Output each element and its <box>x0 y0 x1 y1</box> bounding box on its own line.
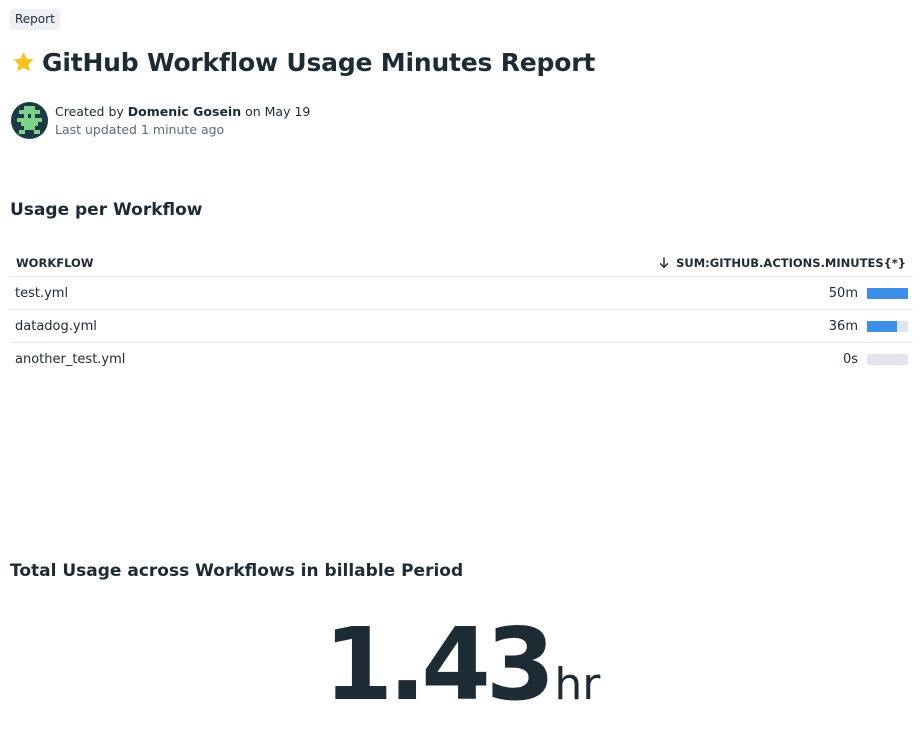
page-title: GitHub Workflow Usage Minutes Report <box>42 47 596 77</box>
last-updated: Last updated 1 minute ago <box>55 122 225 137</box>
table-header: WORKFLOW SUM:GITHUB.ACTIONS.MINUTES{*} <box>10 249 913 277</box>
workflow-name: another_test.yml <box>15 351 126 367</box>
usage-bar <box>867 353 908 365</box>
usage-value: 36m <box>828 318 858 334</box>
author-info: Created by Domenic Gosein on May 19 Last… <box>11 102 310 139</box>
workflow-usage: 36m <box>829 319 913 334</box>
total-section-title: Total Usage across Workflows in billable… <box>10 561 464 581</box>
author-name[interactable]: Domenic Gosein <box>128 104 241 119</box>
usage-bar-fill <box>867 287 908 299</box>
table-row[interactable]: test.yml 50m <box>10 277 913 310</box>
created-by-prefix: Created by <box>55 104 128 119</box>
avatar-identicon <box>11 102 48 139</box>
usage-bar <box>867 320 908 332</box>
workflow-name: datadog.yml <box>15 318 97 334</box>
created-date: on May 19 <box>241 104 311 119</box>
usage-table: WORKFLOW SUM:GITHUB.ACTIONS.MINUTES{*} t… <box>10 249 913 375</box>
workflow-usage: 50m <box>829 286 913 301</box>
table-row[interactable]: datadog.yml 36m <box>10 310 913 343</box>
column-header-sum-label: SUM:GITHUB.ACTIONS.MINUTES{*} <box>676 255 906 270</box>
column-header-sum[interactable]: SUM:GITHUB.ACTIONS.MINUTES{*} <box>659 256 913 270</box>
workflow-usage: 0s <box>843 352 913 367</box>
arrow-down-icon <box>659 256 669 268</box>
usage-value: 0s <box>842 351 858 367</box>
total-usage-unit: hr <box>554 659 601 710</box>
total-usage-number: 1.43 <box>323 606 556 723</box>
created-by-line: Created by Domenic Gosein on May 19 <box>55 103 310 121</box>
column-header-workflow[interactable]: WORKFLOW <box>10 256 93 270</box>
usage-bar-fill <box>867 320 897 332</box>
workflow-name: test.yml <box>15 285 69 301</box>
avatar[interactable] <box>11 102 48 139</box>
total-usage-value: 1.43hr <box>0 610 924 720</box>
table-body: test.yml 50m datadog.yml 36m another_tes… <box>10 277 913 375</box>
usage-section-title: Usage per Workflow <box>10 200 203 220</box>
title-row: GitHub Workflow Usage Minutes Report <box>11 44 595 80</box>
author-meta: Created by Domenic Gosein on May 19 Last… <box>55 102 310 139</box>
table-row[interactable]: another_test.yml 0s <box>10 343 913 375</box>
usage-value: 50m <box>828 285 858 301</box>
report-badge: Report <box>10 9 60 30</box>
star-icon[interactable] <box>11 50 36 75</box>
usage-bar <box>867 287 908 299</box>
